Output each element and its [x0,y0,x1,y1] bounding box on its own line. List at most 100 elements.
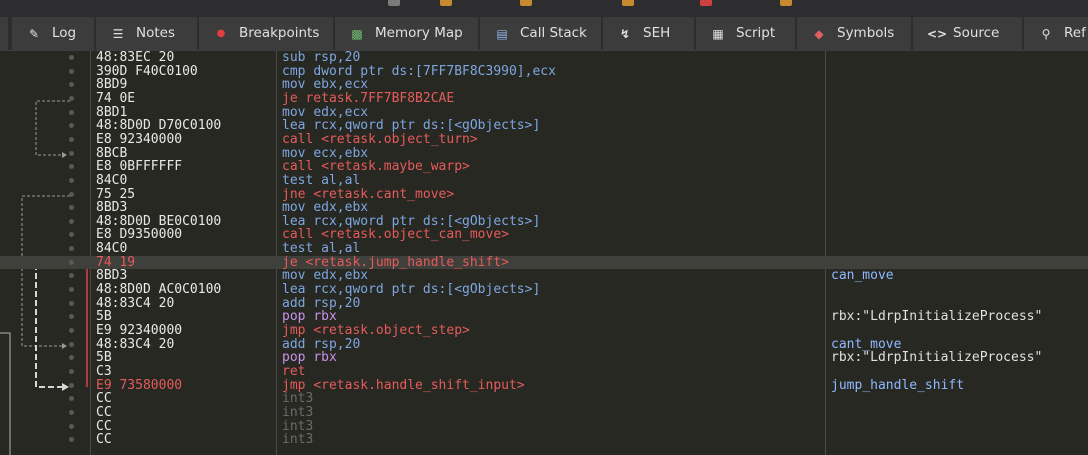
instruction-row[interactable]: 8BD3 mov edx,ebx can_move [0,269,1088,283]
instruction-bytes: 8BCB [96,145,128,161]
toolbar-icon[interactable] [440,0,452,6]
instruction-bytes: 8BD3 [96,200,128,216]
instruction-row[interactable]: CC int3 [0,406,1088,420]
instruction-bytes: E9 92340000 [96,323,183,338]
toolbar-icon[interactable] [388,0,400,6]
instruction-row[interactable]: 5B pop rbx rbx:"LdrpInitializeProcess" [0,351,1088,365]
tab-label: Notes [136,25,175,41]
breakpoint-gutter-dot[interactable] [69,314,74,320]
instruction-row[interactable]: E8 0BFFFFFF call <retask.maybe_warp> [0,160,1088,174]
instruction-row[interactable]: 84C0 test al,al [0,242,1088,256]
breakpoint-gutter-dot[interactable] [69,218,74,224]
breakpoint-gutter-dot[interactable] [69,246,74,252]
breakpoint-gutter-dot[interactable] [69,437,74,443]
breakpoint-gutter-dot[interactable] [69,109,74,115]
instruction-row[interactable]: E8 D9350000 call <retask.object_can_move> [0,228,1088,242]
tab-references[interactable]: ⚲ Ref [1024,17,1088,50]
breakpoint-gutter-dot[interactable] [69,423,74,429]
tab-label: Memory Map [375,25,463,41]
breakpoint-gutter-dot[interactable] [69,273,74,279]
breakpoint-gutter-dot[interactable] [69,232,74,238]
instruction-disassembly: add rsp,20 [282,296,360,311]
instruction-disassembly: lea rcx,qword ptr ds:[<gObjects>] [282,283,540,297]
instruction-row[interactable]: 8BD1 mov edx,ecx [0,105,1088,120]
tab-source[interactable]: <> Source [913,17,1023,50]
breakpoint-gutter-dot[interactable] [69,68,74,74]
toolbar-icon[interactable] [520,0,532,6]
instruction-row[interactable]: E9 73580000 jmp <retask.handle_shift_inpu… [0,377,1088,393]
breakpoint-gutter-dot[interactable] [69,150,74,156]
instruction-disassembly: pop rbx [282,310,337,324]
instruction-row[interactable]: 74 0E je retask.7FF7BF8B2CAE [0,92,1088,106]
call-stack-icon: ▤ [496,27,508,41]
toolbar-icon[interactable] [700,0,712,6]
breakpoint-gutter-dot[interactable] [69,82,74,88]
instruction-row[interactable]: C3 ret [0,365,1088,379]
instruction-disassembly: jmp <retask.object_step> [282,324,470,338]
instruction-row[interactable]: 48:8D0D D70C0100 lea rcx,qword ptr ds:[<g… [0,119,1088,133]
instruction-bytes: 8BD3 [96,268,128,284]
instruction-operands: <retask.handle_shift_input> [313,377,525,393]
breakpoint-gutter-dot[interactable] [69,95,74,101]
instruction-disassembly: int3 [282,406,313,420]
instruction-row[interactable]: 48:8D0D BE0C0100 lea rcx,qword ptr ds:[<g… [0,214,1088,229]
toolbar-icon[interactable] [780,0,792,6]
instruction-row[interactable]: 8BD3 mov edx,ebx [0,201,1088,215]
breakpoint-gutter-dot[interactable] [69,177,74,183]
breakpoint-gutter-dot[interactable] [69,328,74,333]
instruction-comment: rbx:"LdrpInitializeProcess" [831,350,1043,366]
instruction-row[interactable]: 75 25 jne <retask.cant_move> [0,187,1088,202]
disassembly-view[interactable]: 48:83EC 20 sub rsp,20 390D F40C0100 cmp dwo… [0,51,1088,455]
breakpoint-gutter-dot[interactable] [69,287,74,293]
tab-memory-map[interactable]: ▩ Memory Map [335,17,479,50]
breakpoint-gutter-dot[interactable] [69,259,74,265]
tab-label: Breakpoints [239,25,320,41]
breakpoint-gutter-dot[interactable] [69,136,74,142]
instruction-disassembly: int3 [282,433,313,447]
tab-symbols[interactable]: ◆ Symbols [797,17,912,50]
instruction-bytes: 74 0E [96,90,136,106]
instruction-row[interactable]: CC int3 [0,433,1088,447]
instruction-row[interactable]: 48:83C4 20 add rsp,20 [0,296,1088,311]
tab-label: SEH [643,25,671,41]
instruction-comment: jump_handle_shift [831,377,965,393]
toolbar-icon[interactable] [622,0,634,6]
tab-script[interactable]: ▦ Script [696,17,796,50]
instruction-bytes: CC [96,404,112,420]
instruction-row[interactable]: E8 92340000 call <retask.object_turn> [0,133,1088,147]
toolbar [0,0,1088,14]
breakpoint-gutter-dot[interactable] [69,368,74,374]
instruction-row[interactable]: 8BCB mov ecx,ebx [0,145,1088,161]
instruction-row[interactable]: CC int3 [0,392,1088,406]
instruction-row[interactable]: 48:83C4 20 add rsp,20 cant_move [0,337,1088,352]
instruction-row[interactable]: CC int3 [0,419,1088,434]
tab-seh[interactable]: ↯ SEH [603,17,695,50]
breakpoint-gutter-dot[interactable] [69,123,74,129]
breakpoint-gutter-dot[interactable] [69,300,74,306]
breakpoint-gutter-dot[interactable] [69,55,74,60]
breakpoint-gutter-dot[interactable] [69,396,74,402]
instruction-row[interactable]: 8BD9 mov ebx,ecx [0,78,1088,92]
instruction-row[interactable]: 48:8D0D AC0C0100 lea rcx,qword ptr ds:[<g… [0,283,1088,297]
breakpoint-gutter-dot[interactable] [69,164,74,170]
tab-call-stack[interactable]: ▤ Call Stack [480,17,602,50]
breakpoint-gutter-dot[interactable] [69,355,74,361]
breakpoint-gutter-dot[interactable] [69,205,74,211]
instruction-bytes: 5B [96,309,112,325]
instruction-disassembly: lea rcx,qword ptr ds:[<gObjects>] [282,119,540,133]
instruction-disassembly: lea rcx,qword ptr ds:[<gObjects>] [282,214,540,229]
breakpoint-gutter-dot[interactable] [69,191,74,197]
tab-log[interactable]: ✎ Log [12,17,95,50]
breakpoint-gutter-dot[interactable] [69,341,74,347]
tab-notes[interactable]: ☰ Notes [96,17,198,50]
breakpoint-gutter-dot[interactable] [69,409,74,415]
tab-breakpoints[interactable]: ● Breakpoints [199,17,334,50]
instruction-row[interactable]: E9 92340000 jmp <retask.object_step> [0,324,1088,338]
instruction-row[interactable]: 48:83EC 20 sub rsp,20 [0,51,1088,65]
instruction-row[interactable]: 390D F40C0100 cmp dword ptr ds:[7FF7BF8C3… [0,64,1088,79]
instruction-disassembly: je <retask.jump_handle_shift> [282,255,509,270]
breakpoint-gutter-dot[interactable] [69,382,74,388]
instruction-row[interactable]: 74 19 je <retask.jump_handle_shift> [0,255,1088,270]
instruction-row[interactable]: 5B pop rbx rbx:"LdrpInitializeProcess" [0,310,1088,324]
instruction-row[interactable]: 84C0 test al,al [0,174,1088,188]
